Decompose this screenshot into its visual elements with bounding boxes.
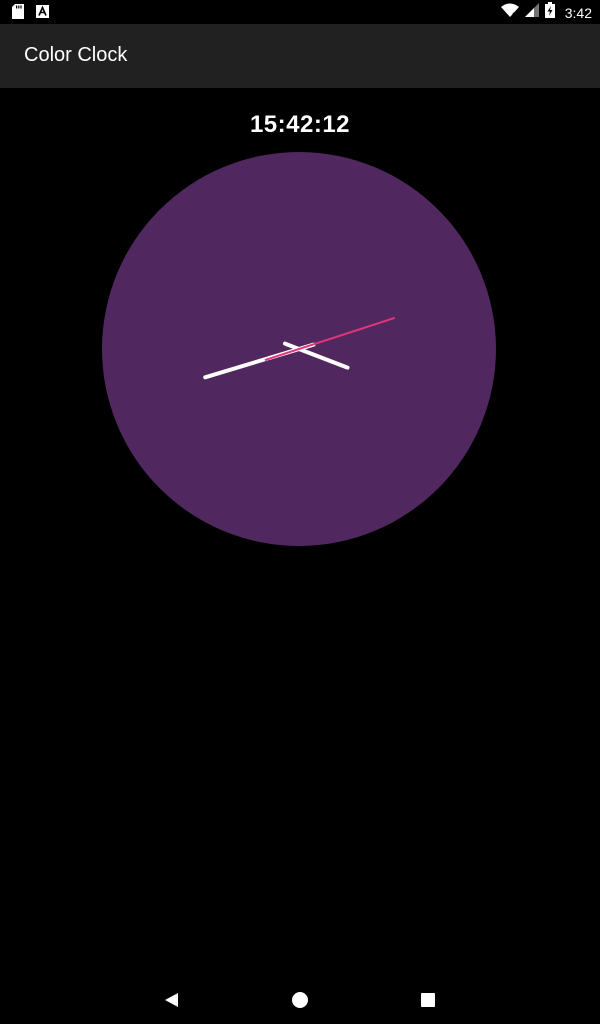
status-time: 3:42 bbox=[564, 4, 592, 21]
clock-screen: 15:42:12 bbox=[0, 88, 600, 960]
digital-time: 15:42:12 bbox=[249, 111, 351, 138]
analog-clock[interactable] bbox=[102, 152, 496, 546]
signal-icon bbox=[524, 3, 539, 22]
battery-charging-icon bbox=[544, 2, 555, 23]
status-system: 3:42 bbox=[500, 2, 592, 23]
recents-icon[interactable] bbox=[416, 988, 440, 1012]
sd-card-icon bbox=[12, 4, 24, 19]
back-icon[interactable] bbox=[160, 988, 184, 1012]
app-bar: Color Clock bbox=[0, 24, 600, 88]
app-title: Color Clock bbox=[24, 44, 128, 66]
a-notification-icon bbox=[36, 5, 49, 18]
status-notifications bbox=[12, 4, 49, 19]
screen: 3:42 Color Clock 15:42:12 bbox=[0, 0, 600, 1024]
navigation-bar bbox=[0, 976, 600, 1024]
wifi-icon bbox=[500, 3, 519, 22]
home-icon[interactable] bbox=[288, 988, 312, 1012]
status-bar: 3:42 bbox=[0, 0, 600, 24]
